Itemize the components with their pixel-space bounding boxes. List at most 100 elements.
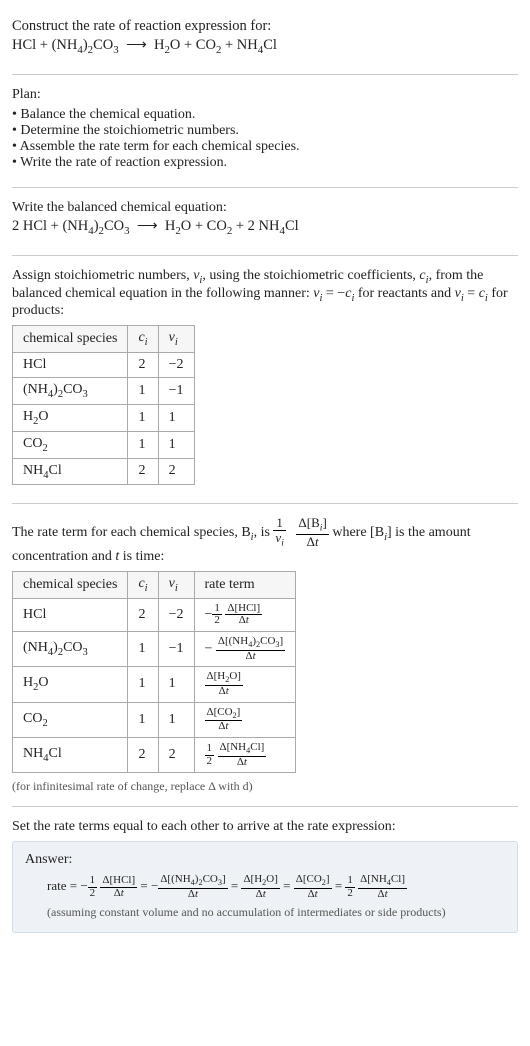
final-heading: Set the rate terms equal to each other t… — [12, 819, 518, 835]
frac-den: Δt — [225, 615, 262, 627]
cell-vi: 2 — [158, 458, 194, 485]
cell-ci: 2 — [128, 353, 158, 378]
plan-item: Balance the chemical equation. — [12, 107, 518, 123]
term-frac: Δ[NH4Cl]Δt — [358, 874, 407, 900]
assign-text: Assign stoichiometric numbers, νi, using… — [12, 268, 518, 320]
cell-species: CO2 — [13, 431, 128, 458]
plan-list: Balance the chemical equation. Determine… — [12, 107, 518, 171]
rate-frac: Δ[CO2] Δt — [205, 707, 243, 733]
frac-num: Δ[H2O] — [205, 671, 243, 686]
cell-ci: 1 — [128, 404, 158, 431]
answer-lead: rate = — [47, 878, 80, 893]
table-row: CO2 1 1 — [13, 431, 195, 458]
frac-den: Δt — [158, 889, 227, 901]
frac-den: Δt — [294, 889, 332, 901]
col-ci: ci — [128, 326, 158, 353]
col-vi: νi — [158, 326, 194, 353]
frac-num: Δ[NH4Cl] — [358, 874, 407, 889]
cell-ci: 1 — [128, 702, 158, 737]
rateterm-text-before: The rate term for each chemical species,… — [12, 525, 273, 540]
frac-num: Δ[(NH4)2CO3] — [158, 874, 227, 889]
cell-vi: 2 — [158, 737, 194, 772]
cell-vi: −1 — [158, 378, 194, 405]
rate-frac: Δ[HCl] Δt — [225, 603, 262, 627]
table-header-row: chemical species ci νi rate term — [13, 571, 296, 598]
divider — [12, 187, 518, 188]
cell-species: HCl — [13, 598, 128, 631]
cell-species: CO2 — [13, 702, 128, 737]
cell-species: NH4Cl — [13, 458, 128, 485]
frac-num: Δ[Bi] — [296, 516, 328, 535]
frac-num: Δ[NH4Cl] — [218, 742, 267, 757]
cell-vi: 1 — [158, 667, 194, 702]
answer-note: (assuming constant volume and no accumul… — [47, 905, 505, 920]
cell-vi: 1 — [158, 404, 194, 431]
final-section: Set the rate terms equal to each other t… — [12, 811, 518, 940]
rate-prefix: 12 — [205, 747, 218, 762]
frac-den: Δt — [205, 686, 243, 698]
frac-den: Δt — [358, 889, 407, 901]
balanced-section: Write the balanced chemical equation: 2 … — [12, 192, 518, 251]
cell-ci: 1 — [128, 631, 158, 666]
cell-rate: Δ[CO2] Δt — [194, 702, 296, 737]
cell-vi: −2 — [158, 598, 194, 631]
term-prefix: −12 — [80, 878, 100, 893]
divider — [12, 806, 518, 807]
cell-rate: Δ[H2O] Δt — [194, 667, 296, 702]
answer-title: Answer: — [25, 852, 505, 868]
cell-ci: 1 — [128, 667, 158, 702]
cell-vi: −1 — [158, 631, 194, 666]
answer-term: 12 Δ[NH4Cl]Δt — [345, 878, 407, 893]
rate-frac: Δ[(NH4)2CO3] Δt — [216, 636, 285, 662]
plan-item: Assemble the rate term for each chemical… — [12, 139, 518, 155]
frac-num: Δ[H2O] — [241, 874, 279, 889]
table-row: HCl 2 −2 — [13, 353, 195, 378]
divider — [12, 74, 518, 75]
assign-section: Assign stoichiometric numbers, νi, using… — [12, 260, 518, 500]
plan-item: Determine the stoichiometric numbers. — [12, 123, 518, 139]
cell-ci: 2 — [128, 458, 158, 485]
rateterm-outer-frac: 1 νi — [273, 516, 286, 548]
table-row: H2O 1 1 — [13, 404, 195, 431]
frac-den: Δt — [241, 889, 279, 901]
frac-num: Δ[CO2] — [205, 707, 243, 722]
rate-frac: Δ[H2O] Δt — [205, 671, 243, 697]
answer-term: −Δ[(NH4)2CO3]Δt — [151, 878, 231, 893]
frac-den: Δt — [205, 721, 243, 733]
frac-den: Δt — [100, 888, 137, 900]
answer-equation: rate = −12 Δ[HCl]Δt = −Δ[(NH4)2CO3]Δt = … — [47, 874, 505, 900]
cell-rate: 12 Δ[NH4Cl] Δt — [194, 737, 296, 772]
rate-prefix: − — [205, 641, 213, 656]
term-frac: Δ[(NH4)2CO3]Δt — [158, 874, 227, 900]
col-species: chemical species — [13, 571, 128, 598]
term-prefix: 12 — [345, 878, 358, 893]
frac-num: 1 — [273, 516, 286, 531]
col-species: chemical species — [13, 326, 128, 353]
cell-ci: 1 — [128, 431, 158, 458]
divider — [12, 503, 518, 504]
rateterm-text: The rate term for each chemical species,… — [12, 516, 518, 564]
col-ci: ci — [128, 571, 158, 598]
frac-den: Δt — [218, 757, 267, 769]
table-row: (NH4)2CO3 1 −1 − Δ[(NH4)2CO3] Δt — [13, 631, 296, 666]
term-frac: Δ[H2O]Δt — [241, 874, 279, 900]
rateterm-section: The rate term for each chemical species,… — [12, 508, 518, 802]
cell-species: (NH4)2CO3 — [13, 631, 128, 666]
frac-den: Δt — [216, 651, 285, 663]
rateterm-note: (for infinitesimal rate of change, repla… — [12, 779, 518, 794]
frac-num: Δ[(NH4)2CO3] — [216, 636, 285, 651]
cell-vi: −2 — [158, 353, 194, 378]
table-row: NH4Cl 2 2 12 Δ[NH4Cl] Δt — [13, 737, 296, 772]
balanced-heading: Write the balanced chemical equation: — [12, 200, 518, 216]
answer-box: Answer: rate = −12 Δ[HCl]Δt = −Δ[(NH4)2C… — [12, 841, 518, 932]
table-row: (NH4)2CO3 1 −1 — [13, 378, 195, 405]
table-row: NH4Cl 2 2 — [13, 458, 195, 485]
answer-term: −12 Δ[HCl]Δt — [80, 878, 140, 893]
cell-species: (NH4)2CO3 — [13, 378, 128, 405]
plan-item: Write the rate of reaction expression. — [12, 155, 518, 171]
table-row: HCl 2 −2 −12 Δ[HCl] Δt — [13, 598, 296, 631]
frac-den: νi — [273, 531, 286, 549]
intro-section: Construct the rate of reaction expressio… — [12, 10, 518, 70]
divider — [12, 255, 518, 256]
plan-heading: Plan: — [12, 87, 518, 103]
